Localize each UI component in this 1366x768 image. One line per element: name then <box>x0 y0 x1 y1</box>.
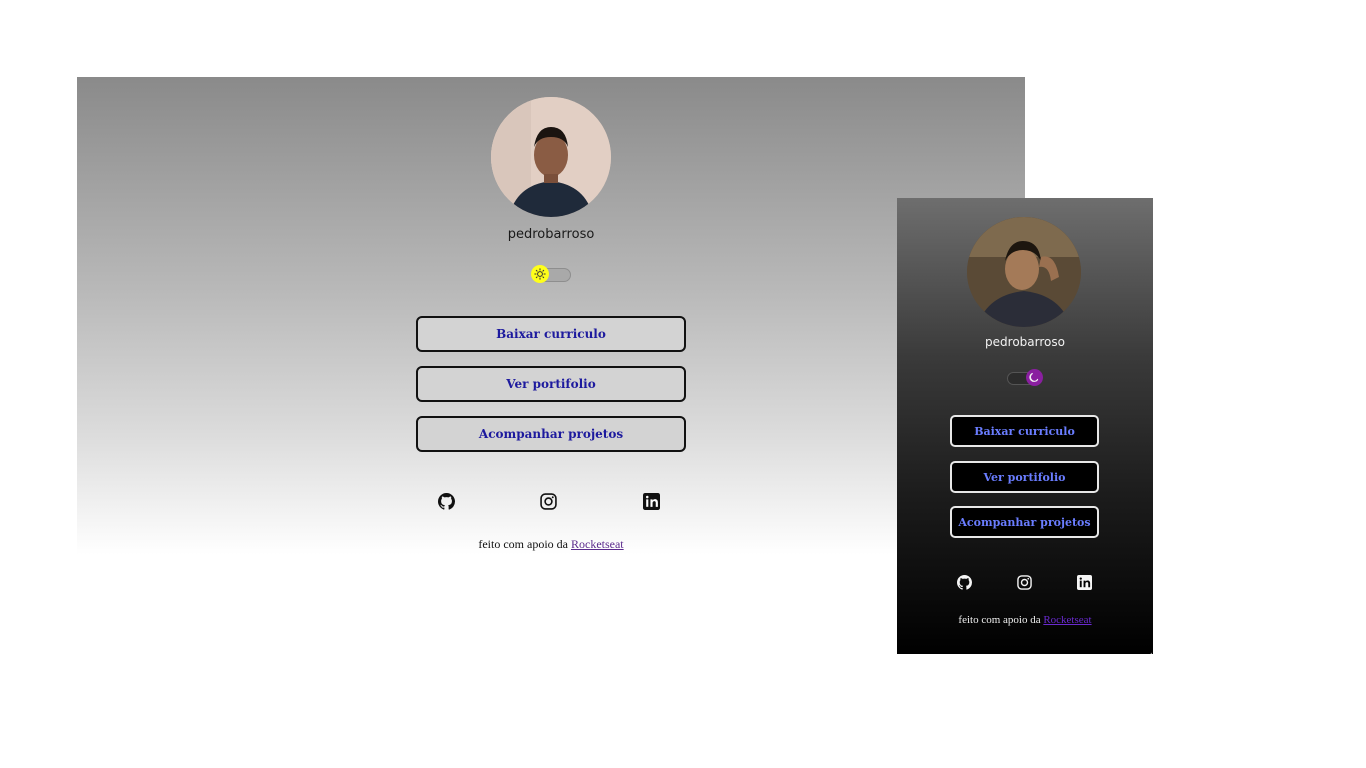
follow-projects-button[interactable]: Acompanhar projetos <box>950 506 1099 538</box>
stage: pedrobarroso Baixar curriculo Ver portif… <box>0 0 1366 768</box>
linkedin-icon[interactable] <box>643 493 660 510</box>
username: pedrobarroso <box>985 335 1065 349</box>
view-portfolio-button[interactable]: Ver portifolio <box>416 366 686 402</box>
profile-avatar <box>967 217 1081 327</box>
view-portfolio-button[interactable]: Ver portifolio <box>950 461 1099 493</box>
footer: feito com apoio da Rocketseat <box>905 614 1145 626</box>
theme-switch[interactable] <box>1007 369 1045 386</box>
footer: feito com apoio da Rocketseat <box>401 537 701 552</box>
rocketseat-link[interactable]: Rocketseat <box>1043 614 1091 626</box>
footer-text: feito com apoio da <box>478 537 571 551</box>
dark-theme-preview: pedrobarroso Baixar curriculo Ver portif… <box>897 198 1153 654</box>
theme-switch[interactable] <box>531 265 571 283</box>
sun-icon <box>531 265 549 283</box>
instagram-icon[interactable] <box>540 493 557 510</box>
github-icon[interactable] <box>438 493 455 510</box>
linkedin-icon[interactable] <box>1077 575 1092 590</box>
follow-projects-button[interactable]: Acompanhar projetos <box>416 416 686 452</box>
github-icon[interactable] <box>957 575 972 590</box>
download-resume-button[interactable]: Baixar curriculo <box>950 415 1099 447</box>
instagram-icon[interactable] <box>1017 575 1032 590</box>
username: pedrobarroso <box>507 227 595 242</box>
download-resume-button[interactable]: Baixar curriculo <box>416 316 686 352</box>
rocketseat-link[interactable]: Rocketseat <box>571 537 624 551</box>
resize-grip-icon[interactable] <box>1144 645 1153 654</box>
footer-text: feito com apoio da <box>958 614 1044 626</box>
profile-avatar <box>491 97 611 217</box>
moon-icon <box>1026 369 1043 386</box>
